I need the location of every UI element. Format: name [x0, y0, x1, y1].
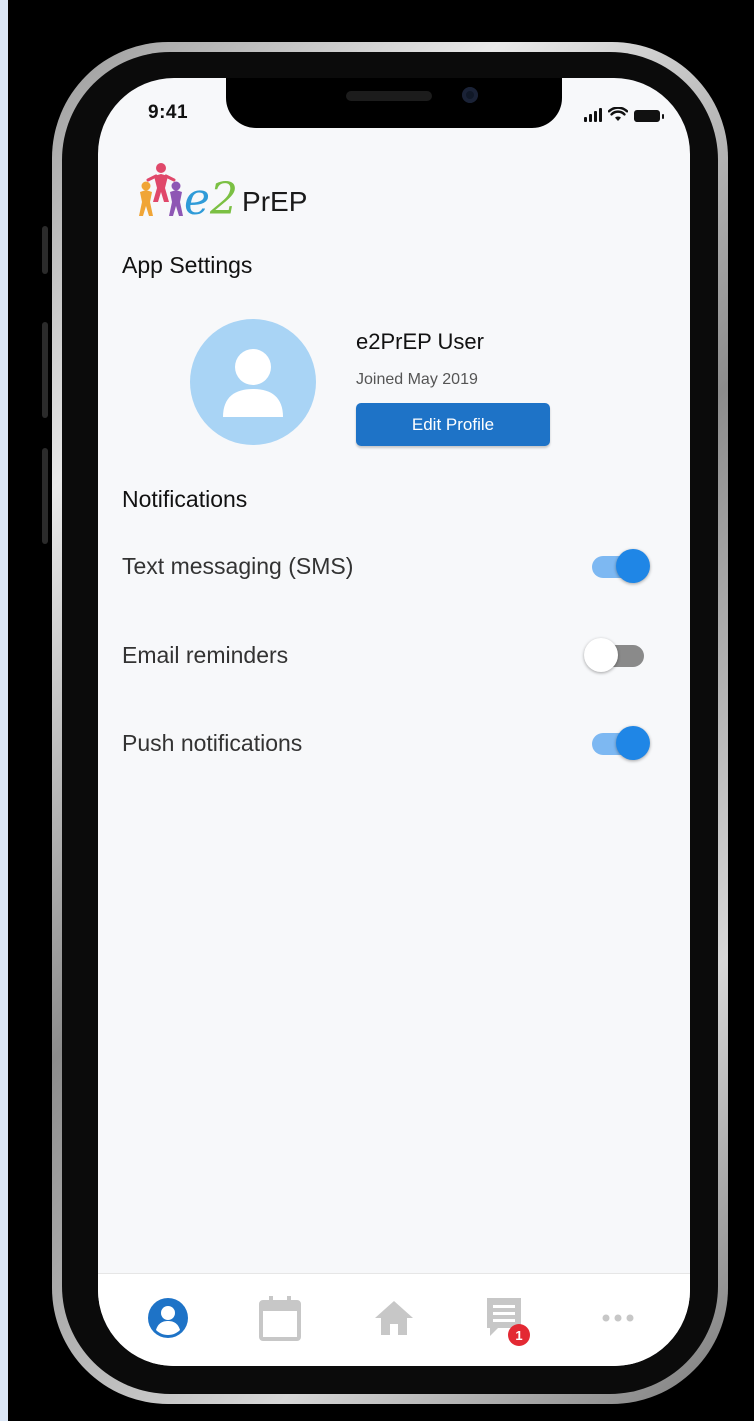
setting-row-sms: Text messaging (SMS): [122, 546, 650, 586]
status-icons: [584, 106, 664, 122]
volume-up-button: [42, 322, 48, 418]
tab-calendar[interactable]: [256, 1294, 304, 1342]
calendar-icon: [259, 1296, 301, 1341]
tab-bar: 1: [98, 1273, 690, 1366]
tab-home[interactable]: [370, 1294, 418, 1342]
email-reminders-label: Email reminders: [122, 641, 289, 668]
battery-icon: [634, 110, 664, 122]
setting-row-push: Push notifications: [122, 723, 650, 763]
wifi-icon: [608, 107, 628, 121]
avatar[interactable]: [190, 319, 316, 445]
notch: [226, 78, 562, 128]
user-silhouette-icon: [223, 349, 283, 417]
more-icon: [602, 1314, 634, 1322]
speaker-grille: [346, 91, 432, 101]
logo-wordmark: e2: [184, 178, 238, 222]
tab-profile[interactable]: [144, 1294, 192, 1342]
status-time: 9:41: [148, 102, 189, 123]
joined-date: Joined May 2019: [356, 371, 478, 388]
volume-down-button: [42, 448, 48, 544]
logo-two: 2: [210, 174, 239, 225]
home-icon: [375, 1301, 413, 1335]
email-reminders-toggle[interactable]: [584, 637, 650, 673]
toggle-knob: [616, 726, 650, 760]
push-notifications-toggle[interactable]: [590, 725, 650, 761]
user-name: e2PrEP User: [356, 329, 484, 354]
sms-toggle[interactable]: [590, 548, 650, 584]
notifications-heading: Notifications: [122, 486, 248, 512]
push-notifications-label: Push notifications: [122, 729, 303, 756]
people-logo-icon: [139, 163, 183, 216]
phone-backdrop: 9:41 e2 PrEP App Settings e2PrEP User Jo…: [8, 0, 754, 1421]
front-camera: [462, 87, 478, 103]
logo-e: e: [184, 174, 211, 225]
sms-label: Text messaging (SMS): [122, 552, 354, 579]
messages-badge: 1: [508, 1324, 530, 1346]
page-title: App Settings: [122, 252, 253, 278]
tab-more[interactable]: [594, 1294, 642, 1342]
toggle-knob: [616, 549, 650, 583]
toggle-knob: [584, 638, 618, 672]
setting-row-email: Email reminders: [122, 635, 650, 675]
tab-messages[interactable]: 1: [480, 1294, 530, 1346]
profile-icon: [148, 1298, 188, 1338]
app-logo: e2 PrEP: [134, 162, 307, 222]
edit-profile-button[interactable]: Edit Profile: [356, 403, 550, 446]
mute-switch: [42, 226, 48, 274]
logo-prep-text: PrEP: [242, 186, 308, 217]
phone-screen: 9:41 e2 PrEP App Settings e2PrEP User Jo…: [98, 78, 690, 1366]
signal-icon: [584, 108, 602, 122]
